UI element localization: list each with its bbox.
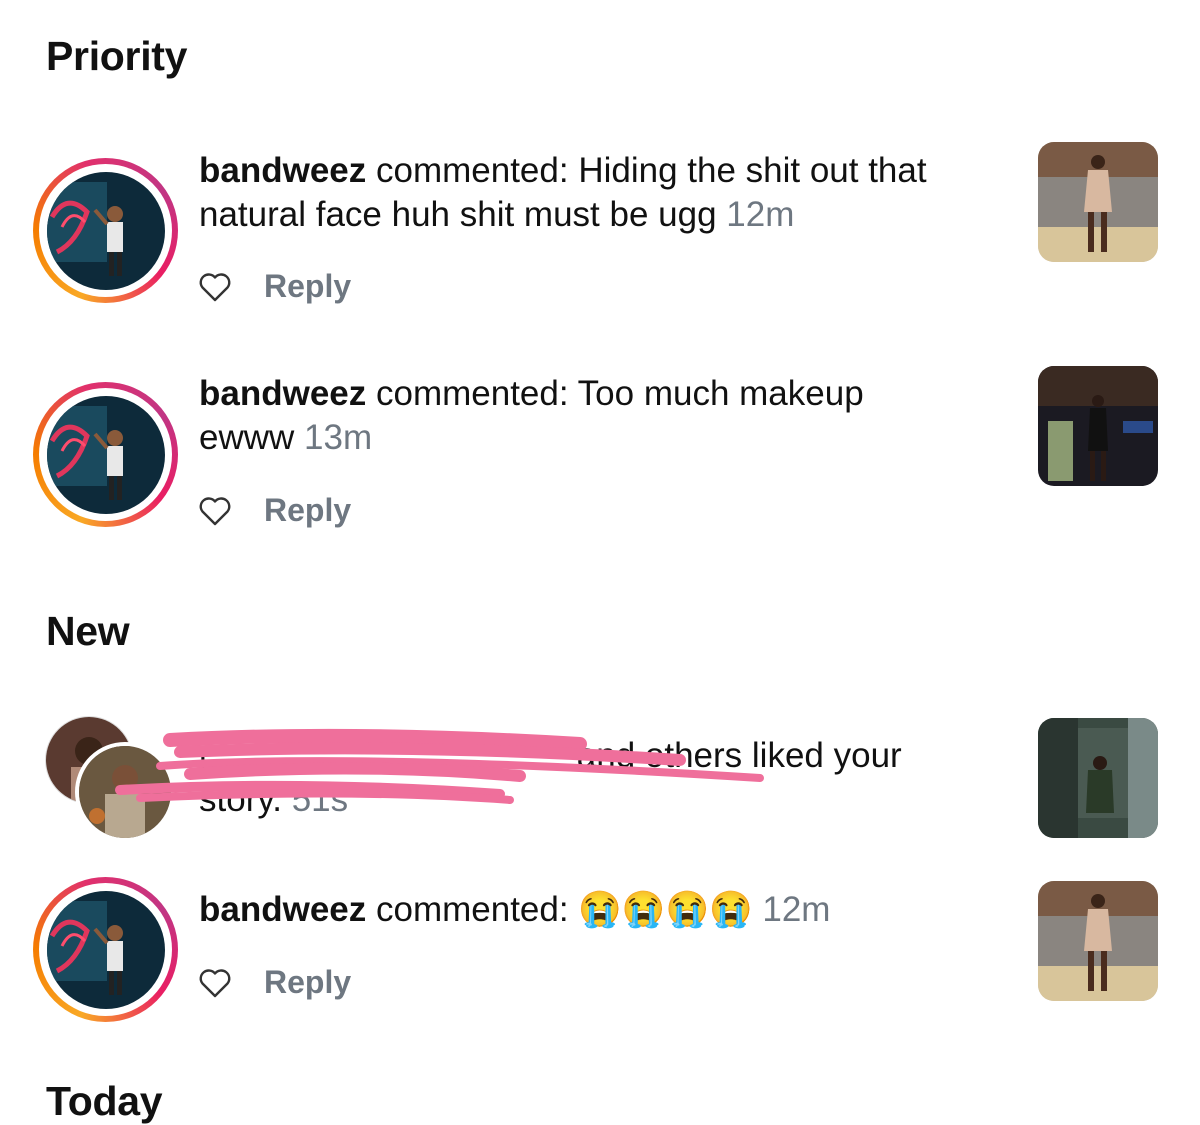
post-thumbnail[interactable] [1038, 366, 1158, 486]
redaction-scribble [115, 728, 764, 804]
avatar[interactable] [33, 877, 178, 1022]
heart-icon[interactable] [198, 271, 232, 303]
timestamp: 12m [762, 890, 831, 929]
notification-action: commented: [366, 151, 579, 190]
username[interactable]: bandweez [199, 374, 366, 413]
heart-icon[interactable] [198, 495, 232, 527]
timestamp: 12m [726, 195, 795, 234]
section-title-new: New [46, 608, 130, 654]
timestamp: 13m [304, 418, 373, 457]
username[interactable]: bandweez [199, 151, 366, 190]
notification-text[interactable]: bandweez commented: Hiding the shit out … [199, 149, 959, 237]
story-thumbnail[interactable] [1038, 718, 1158, 838]
comment-text: 😭😭😭😭 [578, 890, 753, 929]
reply-button[interactable]: Reply [264, 492, 351, 529]
notification-action: commented: [366, 374, 578, 413]
story-image [1038, 718, 1158, 838]
post-image [1038, 366, 1158, 486]
section-title-today: Today [46, 1078, 163, 1124]
notification-action: commented: [366, 890, 579, 929]
section-title-priority: Priority [46, 33, 188, 79]
reply-button[interactable]: Reply [264, 268, 351, 305]
notification-text[interactable]: bandweez commented: Too much makeup ewww… [199, 372, 959, 460]
notification-text[interactable]: bandweez commented: 😭😭😭😭 12m [199, 888, 959, 932]
post-image [1038, 142, 1158, 262]
username[interactable]: bandweez [199, 890, 366, 929]
post-thumbnail[interactable] [1038, 142, 1158, 262]
post-thumbnail[interactable] [1038, 881, 1158, 1001]
post-image [1038, 881, 1158, 1001]
reply-button[interactable]: Reply [264, 964, 351, 1001]
avatar-image [46, 395, 165, 514]
avatar-image [46, 171, 165, 290]
avatar[interactable] [33, 382, 178, 527]
avatar[interactable] [33, 158, 178, 303]
heart-icon[interactable] [198, 967, 232, 999]
avatar-image [46, 890, 165, 1009]
